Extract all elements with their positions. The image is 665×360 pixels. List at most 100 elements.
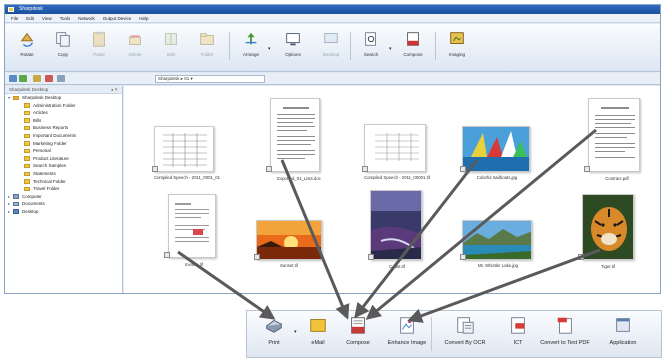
sidebar-item[interactable]: Product Literature bbox=[5, 155, 122, 163]
sidebar-item-label: Product Literature bbox=[33, 155, 69, 161]
thumbnail[interactable]: Compiled Speech - 2011_0001_01 bbox=[150, 126, 224, 184]
compose-label: Compose bbox=[346, 340, 370, 346]
text-doc-preview bbox=[277, 107, 315, 159]
sidebar-item[interactable]: Travel Folder bbox=[5, 185, 122, 193]
thumbnail[interactable]: Tiger.tif bbox=[576, 194, 640, 272]
email-button[interactable]: eMail bbox=[303, 314, 333, 346]
convert-pdf-icon bbox=[557, 317, 572, 334]
paste-label: Paste bbox=[93, 52, 105, 57]
pin-icon[interactable]: ◂ ✕ bbox=[111, 86, 118, 94]
ict-label: ICT bbox=[513, 340, 523, 346]
sidebar-item[interactable]: Important Documents bbox=[5, 132, 122, 140]
print-dropdown-icon[interactable]: ▾ bbox=[294, 329, 297, 335]
search-button[interactable]: Search bbox=[355, 28, 387, 66]
thumbnail[interactable]: Colorful Sailboats.jpg bbox=[460, 126, 534, 184]
file-type-icon bbox=[266, 166, 272, 172]
sidebar-item-label: Desktop bbox=[22, 208, 39, 214]
toolbar-separator bbox=[350, 32, 351, 60]
sidebar-item[interactable]: Business Reports bbox=[5, 124, 122, 132]
application-button[interactable]: Application bbox=[597, 314, 649, 346]
arrange-button[interactable]: Arrange bbox=[235, 28, 267, 66]
sidebar-item[interactable]: Technical Folder bbox=[5, 178, 122, 186]
search-dropdown-icon[interactable]: ▾ bbox=[389, 46, 392, 52]
folder-tree-header: Sharpdesk Desktop ◂ ✕ bbox=[5, 86, 122, 94]
imaging-button[interactable]: Imaging bbox=[441, 28, 473, 66]
file-type-icon bbox=[164, 252, 170, 258]
desktop-label: Desktop bbox=[322, 52, 340, 57]
menu-edit[interactable]: Edit bbox=[26, 14, 34, 22]
sidebar-item[interactable]: ▾ Sharpdesk Desktop bbox=[5, 94, 122, 102]
sidebar-item[interactable]: Bills bbox=[5, 117, 122, 125]
sidebar-item-label: Sharpdesk Desktop bbox=[22, 95, 62, 100]
paste-button[interactable]: Paste bbox=[83, 28, 115, 66]
app-icon bbox=[8, 7, 14, 12]
arrange-dropdown-icon[interactable]: ▾ bbox=[268, 46, 271, 52]
menu-output-device[interactable]: Output Device bbox=[103, 14, 132, 22]
paste-icon bbox=[93, 31, 105, 47]
thumbnail-image bbox=[154, 126, 214, 172]
thumbnail[interactable]: Mt. Whistler Lake.jpg bbox=[460, 220, 536, 272]
coast-photo bbox=[371, 191, 421, 259]
title-bar: Sharpdesk bbox=[5, 5, 660, 14]
rotate-button[interactable]: Rotate bbox=[11, 28, 43, 66]
sunset-photo bbox=[257, 221, 321, 259]
form-doc-preview bbox=[175, 203, 209, 242]
sidebar-item[interactable]: ▸ Desktop bbox=[5, 208, 122, 216]
folder-icon bbox=[24, 103, 30, 108]
thumbnail[interactable]: Contract.pdf bbox=[580, 98, 654, 184]
window-title: Sharpdesk bbox=[19, 6, 43, 12]
sidebar-item[interactable]: ▸ Computer bbox=[5, 193, 122, 201]
compose-button[interactable]: Compose bbox=[339, 314, 377, 346]
thumbnail-image bbox=[364, 124, 426, 172]
text-doc-preview bbox=[595, 107, 635, 158]
email-label: eMail bbox=[311, 340, 325, 346]
thumbnail[interactable]: Invoice.tif bbox=[164, 194, 224, 272]
menu-help[interactable]: Help bbox=[139, 14, 148, 22]
thumbnail[interactable]: Exported_01_Lists.doc bbox=[262, 98, 336, 184]
folder-button[interactable]: Folder bbox=[191, 28, 223, 66]
sidebar-item[interactable]: Personal bbox=[5, 147, 122, 155]
send-to-toolbar: Print ▾ eMail Compose Enhance Image Conv… bbox=[246, 310, 662, 358]
menu-network[interactable]: Network bbox=[78, 14, 95, 22]
menu-view[interactable]: View bbox=[42, 14, 52, 22]
sidebar-item[interactable]: ▸ Documents bbox=[5, 200, 122, 208]
folder-icon bbox=[24, 163, 30, 169]
forward-icon[interactable] bbox=[19, 75, 27, 82]
desktop-button[interactable]: Desktop bbox=[315, 28, 347, 66]
ict-button[interactable]: ICT bbox=[503, 314, 533, 346]
up-folder-icon[interactable] bbox=[33, 75, 41, 82]
email-icon bbox=[310, 319, 326, 332]
options-button[interactable]: Options bbox=[277, 28, 309, 66]
sidebar-item[interactable]: Statements bbox=[5, 170, 122, 178]
convert-by-ocr-button[interactable]: Convert By OCR bbox=[435, 314, 495, 346]
address-field[interactable]: Sharpdesk ▸ 01 ▾ bbox=[155, 75, 265, 83]
print-button[interactable]: Print bbox=[255, 314, 293, 346]
sidebar-item[interactable]: Marketing Folder bbox=[5, 140, 122, 148]
menu-file[interactable]: File bbox=[11, 14, 18, 22]
enhance-image-button[interactable]: Enhance Image bbox=[387, 314, 427, 346]
thumbnail-caption: Compiled Speech - 2011_0001_01 bbox=[153, 175, 221, 180]
copy-button[interactable]: Copy bbox=[47, 28, 79, 66]
sharpdesk-window: Sharpdesk File Edit View Tools Network O… bbox=[4, 4, 661, 294]
sidebar-item[interactable]: Administration Folder bbox=[5, 102, 122, 110]
thumbnail[interactable]: Sunset.tif bbox=[254, 220, 324, 272]
arrange-icon bbox=[245, 32, 257, 45]
thumbnail[interactable]: Coast.tif bbox=[364, 190, 430, 272]
ict-icon bbox=[511, 317, 525, 334]
rotate-label: Rotate bbox=[20, 52, 34, 57]
folder-tree-title: Sharpdesk Desktop bbox=[9, 87, 49, 92]
view-icon[interactable] bbox=[57, 75, 65, 82]
file-type-icon bbox=[460, 166, 466, 172]
refresh-icon[interactable] bbox=[45, 75, 53, 82]
sidebar-item[interactable]: Articles bbox=[5, 109, 122, 117]
delete-button[interactable]: Delete bbox=[119, 28, 151, 66]
back-icon[interactable] bbox=[9, 75, 17, 82]
split-button[interactable]: Split bbox=[155, 28, 187, 66]
compose-toolbar-button[interactable]: Compose bbox=[397, 28, 429, 66]
imaging-label: Imaging bbox=[448, 52, 465, 57]
menu-tools[interactable]: Tools bbox=[60, 14, 71, 22]
enhance-image-icon bbox=[400, 317, 414, 334]
thumbnail[interactable]: Compiled Speech - 2011_00001.tif bbox=[360, 124, 434, 184]
sidebar-item[interactable]: Search Samples bbox=[5, 162, 122, 170]
convert-to-text-pdf-button[interactable]: Convert to Text PDF bbox=[539, 314, 591, 346]
